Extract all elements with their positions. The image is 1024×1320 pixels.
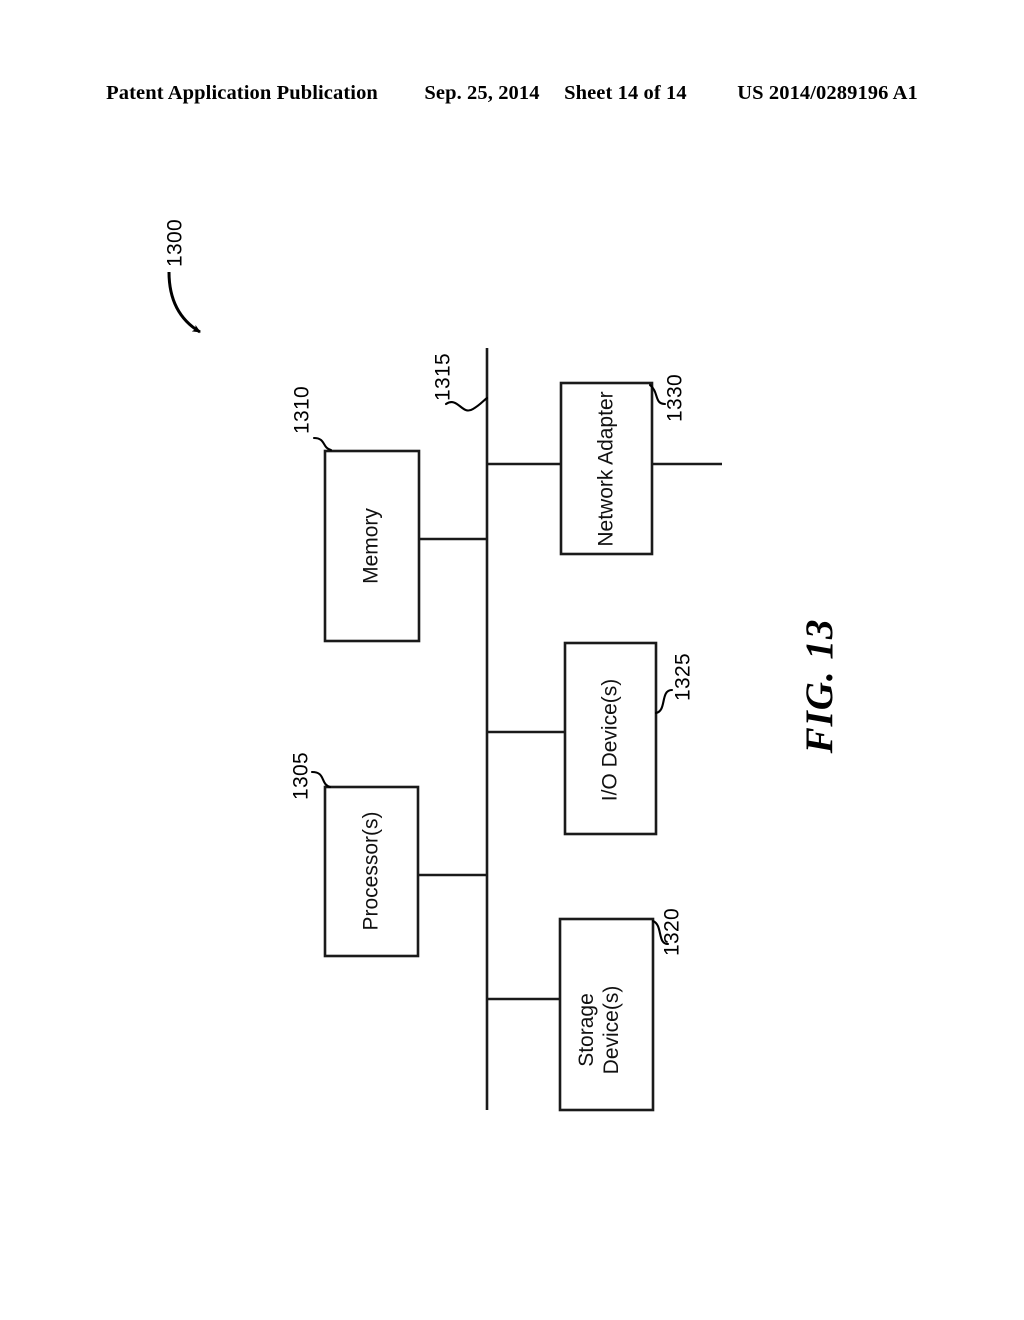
leader-line-1305	[310, 770, 332, 789]
figure-drawing: 1300 Memory 1310 Processor(s) 1305 1315 …	[0, 0, 1024, 1320]
patent-figure-page: Patent Application Publication Sep. 25, …	[0, 0, 1024, 1320]
io-devices-block-label: I/O Device(s)	[598, 678, 622, 802]
storage-devices-label-line-2: Device(s)	[600, 985, 623, 1075]
leader-line-1310	[312, 436, 333, 452]
figure-vector-layer	[167, 271, 722, 1112]
system-pointer-arrow	[167, 271, 201, 334]
memory-block-label: Memory	[359, 508, 383, 584]
processors-block-label: Processor(s)	[359, 811, 383, 931]
figure-caption: FIG. 13	[797, 618, 841, 754]
ref-numeral-1315: 1315	[431, 353, 455, 401]
ref-numeral-1320: 1320	[660, 908, 684, 956]
storage-devices-label-line-1: Storage	[575, 993, 599, 1067]
ref-numeral-1300: 1300	[163, 219, 187, 267]
ref-numeral-1305: 1305	[289, 752, 313, 800]
ref-numeral-1330: 1330	[663, 374, 687, 422]
ref-numeral-1325: 1325	[671, 653, 695, 701]
network-adapter-block-label: Network Adapter	[594, 391, 618, 547]
leader-line-1325	[654, 688, 674, 715]
storage-devices-block-label: Storage Device(s)	[575, 986, 625, 1075]
ref-numeral-1310: 1310	[290, 386, 314, 434]
